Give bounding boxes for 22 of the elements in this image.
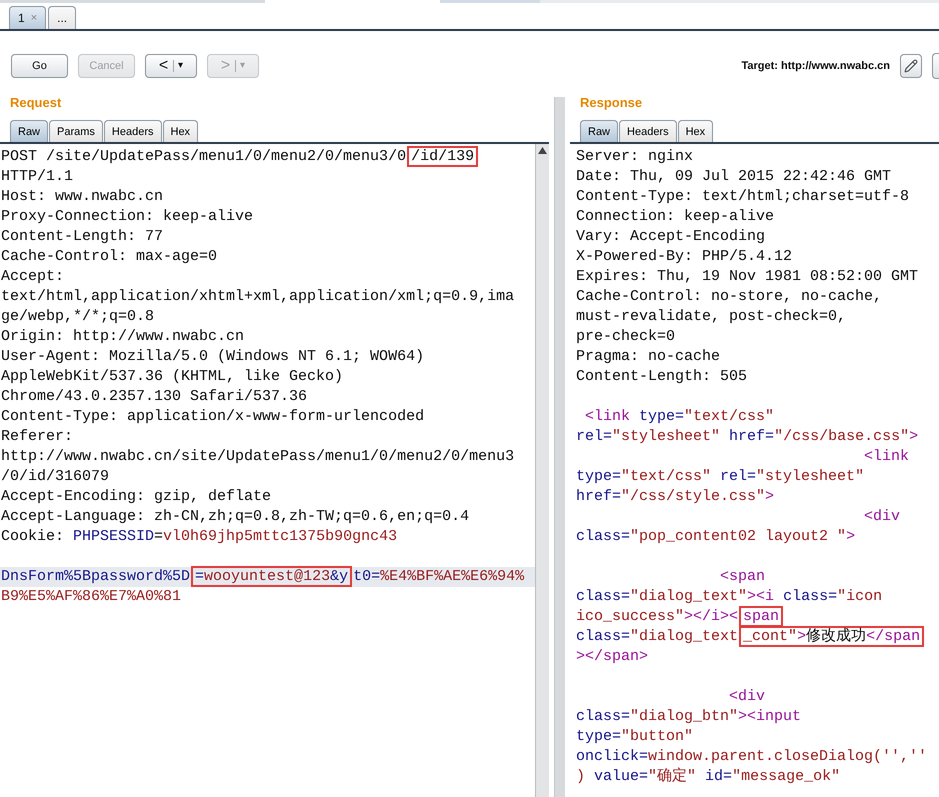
editor-tab[interactable]: Raw	[580, 120, 618, 142]
highlight-box: _cont">修改成功</span	[739, 626, 924, 647]
history-button[interactable]: < ▾	[145, 54, 197, 78]
editor-tab[interactable]: Headers	[619, 120, 677, 142]
edit-target-button[interactable]	[900, 54, 922, 78]
repeater-tab[interactable]: 1 ×	[9, 6, 46, 29]
toolbar-button[interactable]	[932, 53, 939, 79]
highlight-box: =wooyuntest@123&y	[191, 566, 352, 587]
scrollbar[interactable]	[535, 144, 549, 797]
editor-tab[interactable]: Raw	[10, 120, 48, 142]
repeater-tab[interactable]: ...	[48, 6, 76, 29]
pane-title: Response	[579, 94, 644, 112]
up-arrow-icon[interactable]	[538, 147, 547, 154]
target-label: Target: http://www.nwabc.cn	[742, 60, 890, 72]
editor-tab[interactable]: Hex	[678, 120, 714, 142]
pencil-icon	[904, 59, 918, 73]
pane-title: Request	[9, 94, 62, 112]
editor-tab[interactable]: Params	[49, 120, 103, 142]
editor-tab[interactable]: Hex	[162, 120, 198, 142]
editor-tab[interactable]: Headers	[104, 120, 162, 142]
highlight-box: /id/139	[407, 146, 478, 167]
toolbar-button[interactable]: Go	[11, 54, 68, 78]
